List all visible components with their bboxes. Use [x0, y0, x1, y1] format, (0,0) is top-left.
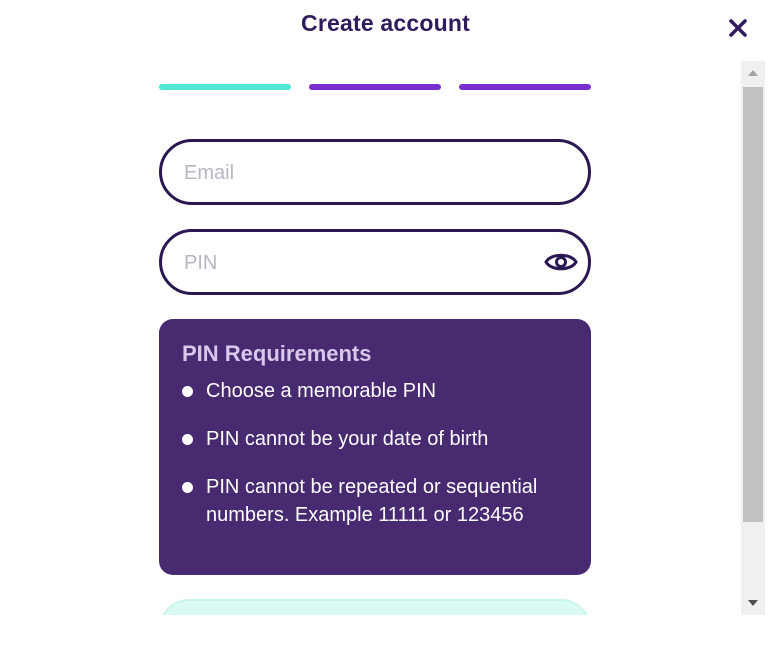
requirement-text: Choose a memorable PIN: [206, 380, 437, 402]
list-item: PIN cannot be your date of birth: [182, 425, 567, 453]
pin-requirements-panel: PIN Requirements Choose a memorable PIN …: [159, 319, 591, 575]
progress-step-1: [159, 84, 291, 90]
show-pin-button[interactable]: [543, 247, 579, 277]
bullet-icon: [182, 434, 193, 445]
pin-input[interactable]: [182, 232, 526, 294]
scroll-up-button[interactable]: [741, 61, 765, 85]
progress-steps: [159, 84, 591, 90]
pin-field: [159, 229, 591, 295]
eye-icon: [544, 253, 578, 271]
pin-requirements-title: PIN Requirements: [182, 341, 372, 366]
close-icon: [729, 19, 747, 37]
list-item: Choose a memorable PIN: [182, 377, 567, 405]
email-field: [159, 139, 591, 205]
form-scroll-area: PIN Requirements Choose a memorable PIN …: [0, 60, 740, 615]
requirement-text: PIN cannot be your date of birth: [206, 428, 489, 450]
bullet-icon: [182, 386, 193, 397]
progress-step-2: [309, 84, 441, 90]
page-title: Create account: [301, 10, 470, 36]
progress-step-3: [459, 84, 591, 90]
bullet-icon: [182, 482, 193, 493]
scroll-down-button[interactable]: [741, 591, 765, 615]
list-item: PIN cannot be repeated or sequential num…: [182, 473, 567, 529]
continue-button[interactable]: [159, 599, 591, 615]
requirement-text: PIN cannot be repeated or sequential num…: [206, 476, 538, 526]
close-button[interactable]: [722, 12, 754, 44]
caret-down-icon: [748, 600, 758, 606]
pin-requirements-list: Choose a memorable PIN PIN cannot be you…: [182, 377, 567, 529]
scrollbar-thumb[interactable]: [743, 87, 763, 522]
caret-up-icon: [748, 70, 758, 76]
vertical-scrollbar[interactable]: [741, 61, 765, 615]
email-input[interactable]: [182, 142, 526, 204]
